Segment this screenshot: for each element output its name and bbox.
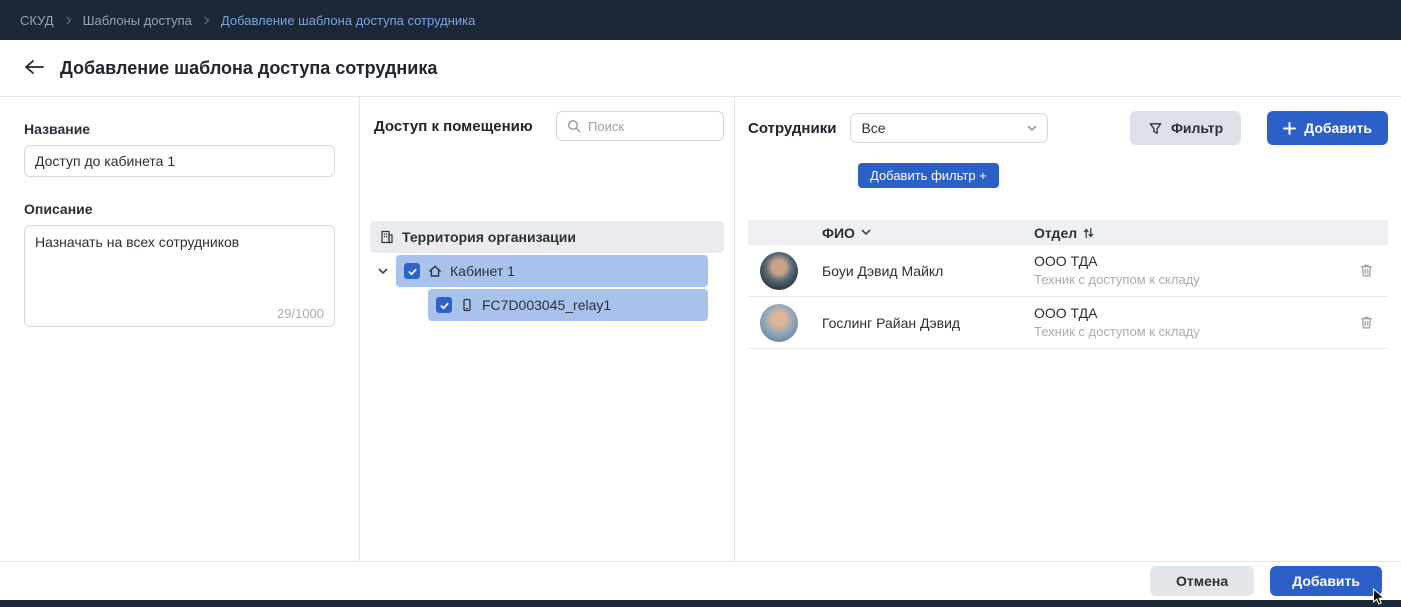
- cancel-button[interactable]: Отмена: [1150, 566, 1254, 596]
- tree-node-room: Кабинет 1: [370, 255, 724, 287]
- column-department-label: Отдел: [1034, 225, 1077, 241]
- sort-desc-icon: [861, 229, 871, 236]
- tree-node-label: Кабинет 1: [450, 263, 515, 279]
- footer-bar: Отмена Добавить: [0, 561, 1401, 600]
- breadcrumb-item-templates[interactable]: Шаблоны доступа: [83, 13, 192, 28]
- employee-dept: Техник с доступом к складу: [1034, 271, 1344, 290]
- plus-icon: [1283, 122, 1296, 135]
- building-icon: [380, 230, 394, 244]
- breadcrumb: СКУД Шаблоны доступа Добавление шаблона …: [0, 0, 1401, 40]
- employees-table: ФИО Отдел Боуи Дэвид М: [748, 220, 1388, 349]
- tree-node-label: FC7D003045_relay1: [482, 297, 611, 313]
- room-search: [556, 111, 724, 141]
- employee-department: ООО ТДА Техник с доступом к складу: [1034, 251, 1344, 290]
- description-label: Описание: [24, 201, 335, 217]
- room-access-title: Доступ к помещению: [374, 118, 533, 135]
- char-counter: 29/1000: [277, 306, 324, 321]
- submit-button[interactable]: Добавить: [1270, 566, 1382, 596]
- description-field-box: Назначать на всех сотрудников 29/1000: [24, 225, 335, 327]
- trash-icon: [1359, 315, 1374, 330]
- tree-root-territory[interactable]: Территория организации: [370, 221, 724, 253]
- name-label: Название: [24, 121, 335, 137]
- app-window: СКУД Шаблоны доступа Добавление шаблона …: [0, 0, 1401, 607]
- filter-button-label: Фильтр: [1171, 120, 1223, 136]
- name-input[interactable]: [24, 145, 335, 177]
- tree-root-label: Территория организации: [402, 229, 576, 245]
- employee-org: ООО ТДА: [1034, 251, 1344, 271]
- delete-employee-button[interactable]: [1359, 263, 1374, 278]
- column-name-label: ФИО: [822, 225, 855, 241]
- page-title: Добавление шаблона доступа сотрудника: [60, 58, 437, 79]
- room-tree: Территория организации Кабинет 1: [370, 221, 724, 321]
- employee-name: Боуи Дэвид Майкл: [822, 263, 1034, 279]
- sort-both-icon: [1083, 227, 1094, 239]
- search-icon: [567, 119, 581, 133]
- select-value: Все: [861, 120, 885, 136]
- employee-name: Гослинг Райан Дэвид: [822, 315, 1034, 331]
- add-filter-row: Добавить фильтр +: [748, 163, 1388, 188]
- employees-header: Сотрудники Все Фильтр: [748, 111, 1388, 145]
- tree-node-relay: FC7D003045_relay1: [370, 289, 724, 321]
- bottom-strip: [0, 600, 1401, 607]
- funnel-icon: [1148, 121, 1163, 136]
- chevron-right-icon: [202, 16, 211, 25]
- template-form-panel: Название Описание Назначать на всех сотр…: [0, 97, 360, 561]
- checkbox-checked[interactable]: [404, 263, 420, 279]
- tree-node-relay-row[interactable]: FC7D003045_relay1: [428, 289, 708, 321]
- employees-panel: Сотрудники Все Фильтр: [735, 97, 1401, 561]
- avatar: [760, 304, 798, 342]
- add-button-label: Добавить: [1304, 120, 1372, 136]
- room-access-header: Доступ к помещению: [370, 111, 724, 141]
- table-header: ФИО Отдел: [748, 220, 1388, 245]
- search-input[interactable]: [588, 119, 713, 134]
- table-row[interactable]: Боуи Дэвид Майкл ООО ТДА Техник с доступ…: [748, 245, 1388, 297]
- breadcrumb-item-skud[interactable]: СКУД: [20, 13, 54, 28]
- add-filter-button[interactable]: Добавить фильтр +: [858, 163, 999, 188]
- employee-org: ООО ТДА: [1034, 303, 1344, 323]
- description-input[interactable]: Назначать на всех сотрудников: [35, 234, 324, 304]
- employees-title: Сотрудники: [748, 120, 836, 137]
- avatar: [760, 252, 798, 290]
- main-content: Название Описание Назначать на всех сотр…: [0, 97, 1401, 561]
- table-row[interactable]: Гослинг Райан Дэвид ООО ТДА Техник с дос…: [748, 297, 1388, 349]
- arrow-left-icon: [24, 59, 44, 78]
- trash-icon: [1359, 263, 1374, 278]
- add-employee-button[interactable]: Добавить: [1267, 111, 1388, 145]
- tree-node-room-row[interactable]: Кабинет 1: [396, 255, 708, 287]
- employee-department: ООО ТДА Техник с доступом к складу: [1034, 303, 1344, 342]
- breadcrumb-item-current: Добавление шаблона доступа сотрудника: [221, 13, 476, 28]
- checkbox-checked[interactable]: [436, 297, 452, 313]
- column-header-department[interactable]: Отдел: [1034, 225, 1344, 241]
- column-header-name[interactable]: ФИО: [822, 225, 1034, 241]
- chevron-right-icon: [64, 16, 73, 25]
- delete-employee-button[interactable]: [1359, 315, 1374, 330]
- device-icon: [460, 298, 474, 312]
- chevron-down-icon[interactable]: [370, 268, 396, 275]
- employees-filter-select[interactable]: Все: [850, 113, 1048, 143]
- page-header: Добавление шаблона доступа сотрудника: [0, 40, 1401, 97]
- chevron-down-icon: [1027, 125, 1037, 132]
- room-access-panel: Доступ к помещению Территория организаци…: [360, 97, 735, 561]
- filter-button[interactable]: Фильтр: [1130, 111, 1241, 145]
- home-icon: [428, 264, 442, 278]
- employee-dept: Техник с доступом к складу: [1034, 323, 1344, 342]
- back-button[interactable]: [24, 59, 44, 78]
